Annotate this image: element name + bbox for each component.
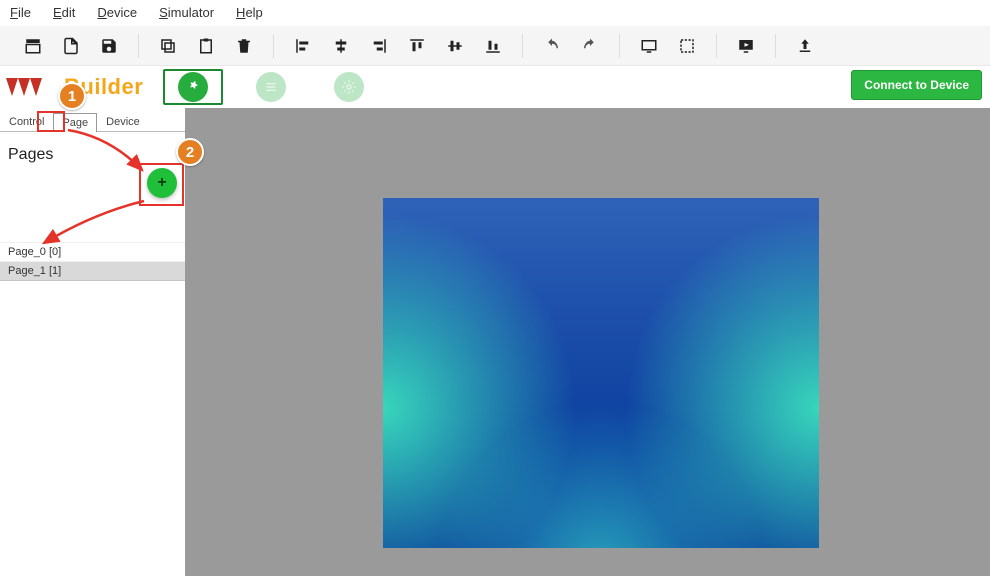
mode-settings-button[interactable] <box>319 69 379 105</box>
paste-button[interactable] <box>187 26 225 66</box>
align-center-h-button[interactable] <box>322 26 360 66</box>
tab-device[interactable]: Device <box>97 112 149 131</box>
redo-button[interactable] <box>571 26 609 66</box>
toolbar-separator <box>522 34 523 58</box>
upload-button[interactable] <box>786 26 824 66</box>
delete-button[interactable] <box>225 26 263 66</box>
screen-outline-button[interactable] <box>630 26 668 66</box>
align-right-button[interactable] <box>360 26 398 66</box>
page-list-item[interactable]: Page_1 [1] <box>0 262 185 281</box>
undo-button[interactable] <box>533 26 571 66</box>
menu-edit[interactable]: Edit <box>53 5 75 20</box>
toolbar-separator <box>775 34 776 58</box>
open-button[interactable] <box>52 26 90 66</box>
new-project-button[interactable] <box>14 26 52 66</box>
sidebar-tabs: Control Page Device <box>0 112 185 132</box>
toolbar-separator <box>273 34 274 58</box>
mode-list-button[interactable] <box>241 69 301 105</box>
sidebar-title: Pages <box>0 132 185 164</box>
tab-page[interactable]: Page <box>53 113 97 132</box>
menu-simulator[interactable]: Simulator <box>159 5 214 20</box>
menu-help[interactable]: Help <box>236 5 263 20</box>
mode-buttons <box>163 69 379 105</box>
brand-row: Builder Connect to Device <box>0 66 990 108</box>
align-center-v-button[interactable] <box>436 26 474 66</box>
save-button[interactable] <box>90 26 128 66</box>
align-left-button[interactable] <box>284 26 322 66</box>
toolbar <box>0 26 990 66</box>
menu-device[interactable]: Device <box>97 5 137 20</box>
toolbar-separator <box>619 34 620 58</box>
page-list-item[interactable]: Page_0 [0] <box>0 242 185 262</box>
mode-design-button[interactable] <box>163 69 223 105</box>
copy-button[interactable] <box>149 26 187 66</box>
preview-button[interactable] <box>727 26 765 66</box>
brand-logo <box>4 72 54 102</box>
menu-file[interactable]: File <box>10 5 31 20</box>
page-canvas[interactable] <box>383 198 819 548</box>
tab-control[interactable]: Control <box>0 112 53 131</box>
page-list: Page_0 [0] Page_1 [1] <box>0 242 185 281</box>
brand-title: Builder <box>64 74 143 100</box>
align-bottom-button[interactable] <box>474 26 512 66</box>
canvas-area[interactable] <box>185 108 990 576</box>
selection-dashed-button[interactable] <box>668 26 706 66</box>
add-page-button[interactable]: + <box>147 168 177 198</box>
menubar: File Edit Device Simulator Help <box>0 0 990 26</box>
toolbar-separator <box>138 34 139 58</box>
connect-to-device-button[interactable]: Connect to Device <box>851 70 982 100</box>
toolbar-separator <box>716 34 717 58</box>
sidebar: Pages + Page_0 [0] Page_1 [1] <box>0 132 185 576</box>
align-top-button[interactable] <box>398 26 436 66</box>
